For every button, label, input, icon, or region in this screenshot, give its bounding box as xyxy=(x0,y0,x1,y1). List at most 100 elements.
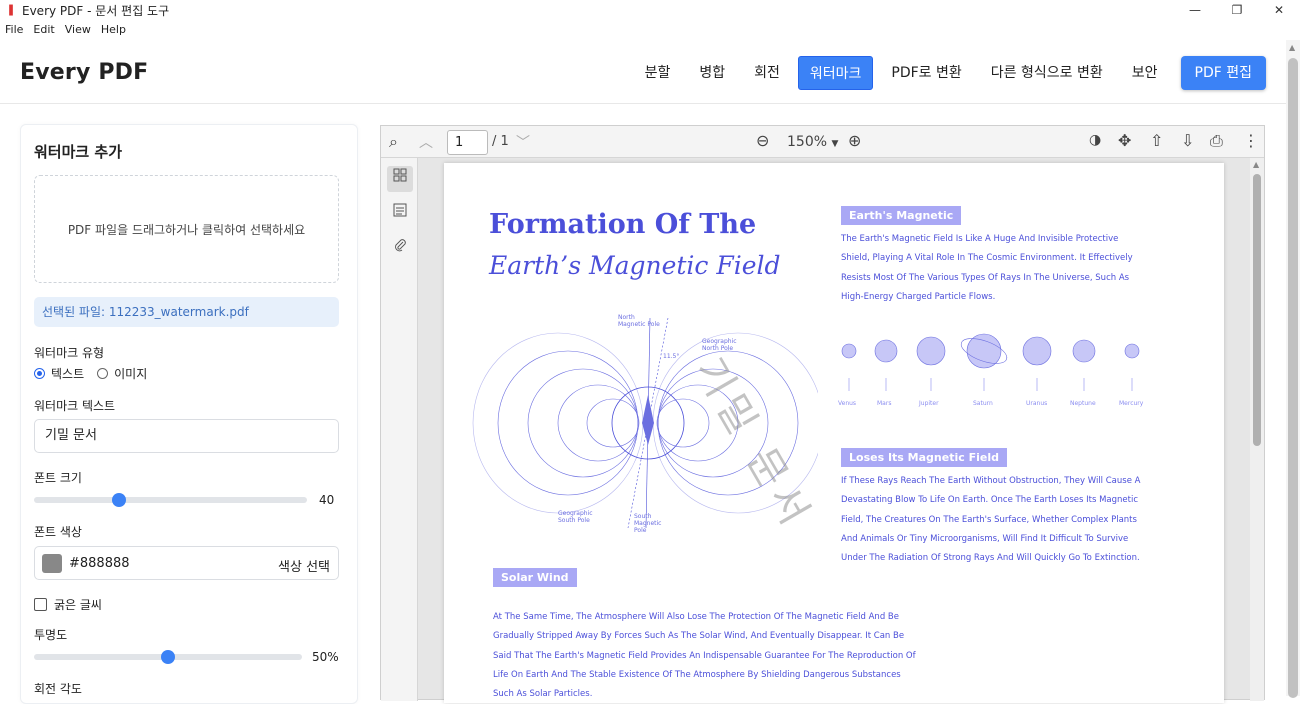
section-tag-magnetic: Earth's Magnetic xyxy=(841,206,962,225)
section-tag-solar-wind: Solar Wind xyxy=(493,568,577,587)
watermark-panel: 워터마크 추가 PDF 파일을 드래그하거나 클릭하여 선택하세요 선택된 파일… xyxy=(20,124,358,704)
nav-convert-to-pdf[interactable]: PDF로 변환 xyxy=(880,56,972,90)
font-size-slider[interactable] xyxy=(34,493,307,507)
nav-split[interactable]: 분할 xyxy=(634,56,682,90)
menu-view[interactable]: View xyxy=(60,21,96,39)
viewer-sidebar xyxy=(381,158,418,701)
font-color-label: 폰트 색상 xyxy=(34,525,82,539)
rotate-icon[interactable]: ◑ xyxy=(1089,132,1101,148)
app-icon: ❚ xyxy=(6,3,16,16)
bold-label: 굵은 글씨 xyxy=(54,598,102,612)
zoom-level-value: 150% xyxy=(787,134,828,150)
opacity-slider[interactable] xyxy=(34,650,302,664)
font-size-slider-handle[interactable] xyxy=(111,493,126,507)
font-color-field[interactable]: #888888 색상 선택 xyxy=(34,546,339,580)
section-text-magnetic: The Earth's Magnetic Field Is Like A Hug… xyxy=(841,234,1133,302)
search-icon[interactable]: ⌕ xyxy=(389,132,398,152)
thumbnails-icon[interactable] xyxy=(387,166,413,192)
page-scrollbar[interactable]: ▲ xyxy=(1286,40,1300,698)
window-titlebar: ❚ Every PDF - 문서 편집 도구 — ❐ ✕ xyxy=(0,0,1300,20)
watermark-type-group: 텍스트 이미지 xyxy=(34,365,147,382)
planet-venus xyxy=(841,343,857,359)
attachment-icon[interactable] xyxy=(387,236,413,262)
maximize-button[interactable]: ❐ xyxy=(1216,0,1258,20)
watermark-text-label: 워터마크 텍스트 xyxy=(34,399,116,413)
planet-label-uranus: Uranus xyxy=(1026,400,1047,407)
main-nav: 분할 병합 회전 워터마크 PDF로 변환 다른 형식으로 변환 보안 PDF … xyxy=(627,56,1266,90)
app-logo[interactable]: Every PDF xyxy=(20,60,148,85)
more-options-icon[interactable]: ⋮ xyxy=(1243,131,1259,150)
planet-label-venus: Venus xyxy=(838,400,856,407)
planets-illustration: Venus Mars Jupiter Saturn Uranus Neptune… xyxy=(838,333,1144,407)
svg-text:Pole: Pole xyxy=(634,527,647,534)
prev-page-icon[interactable]: ︿ xyxy=(419,132,433,152)
planet-mercury xyxy=(1124,343,1140,359)
menu-help[interactable]: Help xyxy=(96,21,131,39)
geographic-south-label: Geographic xyxy=(558,510,593,517)
viewer-scrollbar[interactable]: ▲ xyxy=(1250,158,1264,701)
minimize-button[interactable]: — xyxy=(1174,0,1216,20)
svg-text:Magnetic Pole: Magnetic Pole xyxy=(618,321,660,328)
opacity-label: 투명도 xyxy=(34,628,68,642)
page-total: / 1 xyxy=(492,134,509,149)
opacity-slider-handle[interactable] xyxy=(161,650,175,664)
pdf-viewer: ⌕ ︿ 1 / 1 ﹀ ⊖ 150% ▼ ⊕ ◑ ✥ ⇧ ⇩ ⎙ ⋮ ▲ For… xyxy=(380,125,1265,703)
watermark-text-input[interactable]: 기밀 문서 xyxy=(34,419,339,453)
viewer-scrollbar-thumb[interactable] xyxy=(1253,174,1261,446)
section-text-loses: If These Rays Reach The Earth Without Ob… xyxy=(841,476,1141,564)
radio-image[interactable] xyxy=(97,368,109,379)
doc-title-line1: Formation Of The xyxy=(489,209,757,240)
page-scrollbar-thumb[interactable] xyxy=(1288,58,1298,698)
planet-neptune xyxy=(1072,339,1096,363)
menu-edit[interactable]: Edit xyxy=(28,21,59,39)
color-swatch[interactable] xyxy=(42,554,62,573)
planet-label-mercury: Mercury xyxy=(1119,400,1144,407)
planet-label-neptune: Neptune xyxy=(1070,400,1096,407)
menu-file[interactable]: File xyxy=(0,21,28,39)
panel-title: 워터마크 추가 xyxy=(34,143,123,161)
nav-watermark[interactable]: 워터마크 xyxy=(797,56,874,90)
dropzone-text: PDF 파일을 드래그하거나 클릭하여 선택하세요 xyxy=(67,222,306,237)
upload-icon[interactable]: ⇧ xyxy=(1150,131,1163,150)
planet-label-saturn: Saturn xyxy=(973,400,993,407)
bold-checkbox[interactable] xyxy=(34,598,47,611)
outline-icon[interactable] xyxy=(387,201,413,227)
viewer-scroll-up-icon[interactable]: ▲ xyxy=(1253,160,1259,169)
radio-text[interactable] xyxy=(34,368,45,379)
rotation-label: 회전 각도 xyxy=(34,682,82,696)
nav-security[interactable]: 보안 xyxy=(1121,56,1169,90)
next-page-icon[interactable]: ﹀ xyxy=(516,132,530,152)
section-tag-loses: Loses Its Magnetic Field xyxy=(841,448,1007,467)
radio-image-label: 이미지 xyxy=(114,367,148,381)
viewer-toolbar: ⌕ ︿ 1 / 1 ﹀ ⊖ 150% ▼ ⊕ ◑ ✥ ⇧ ⇩ ⎙ ⋮ xyxy=(381,126,1264,158)
zoom-in-icon[interactable]: ⊕ xyxy=(848,131,861,150)
window-title: Every PDF - 문서 편집 도구 xyxy=(22,3,170,18)
angle-label: 11.5° xyxy=(663,353,679,360)
download-icon[interactable]: ⇩ xyxy=(1181,131,1194,150)
nav-rotate[interactable]: 회전 xyxy=(743,56,791,90)
watermark-type-label: 워터마크 유형 xyxy=(34,346,105,360)
bold-option: 굵은 글씨 xyxy=(34,596,102,613)
page-number-input[interactable]: 1 xyxy=(447,130,488,155)
zoom-level[interactable]: 150% ▼ xyxy=(787,134,838,150)
scroll-up-icon[interactable]: ▲ xyxy=(1289,43,1295,52)
svg-text:Magnetic: Magnetic xyxy=(634,520,661,527)
edit-pdf-button[interactable]: PDF 편집 xyxy=(1180,56,1266,90)
window-controls: — ❐ ✕ xyxy=(1174,0,1300,20)
planet-jupiter xyxy=(916,336,946,366)
opacity-value: 50% xyxy=(312,650,339,664)
close-button[interactable]: ✕ xyxy=(1258,0,1300,20)
zoom-out-icon[interactable]: ⊖ xyxy=(756,131,769,150)
color-pick-button[interactable]: 색상 선택 xyxy=(278,556,330,575)
planet-uranus xyxy=(1022,336,1052,366)
move-icon[interactable]: ✥ xyxy=(1118,131,1131,150)
font-size-label: 폰트 크기 xyxy=(34,471,82,485)
section-text-solar-wind: At The Same Time, The Atmosphere Will Al… xyxy=(493,612,916,700)
nav-merge[interactable]: 병합 xyxy=(688,56,736,90)
print-icon[interactable]: ⎙ xyxy=(1210,131,1223,151)
file-dropzone[interactable]: PDF 파일을 드래그하거나 클릭하여 선택하세요 xyxy=(34,175,339,283)
chevron-down-icon: ▼ xyxy=(831,139,839,149)
nav-convert-other[interactable]: 다른 형식으로 변환 xyxy=(980,56,1114,90)
pdf-page: Formation Of The Earth’s Magnetic Field … xyxy=(444,163,1224,703)
font-size-value: 40 xyxy=(319,493,335,507)
